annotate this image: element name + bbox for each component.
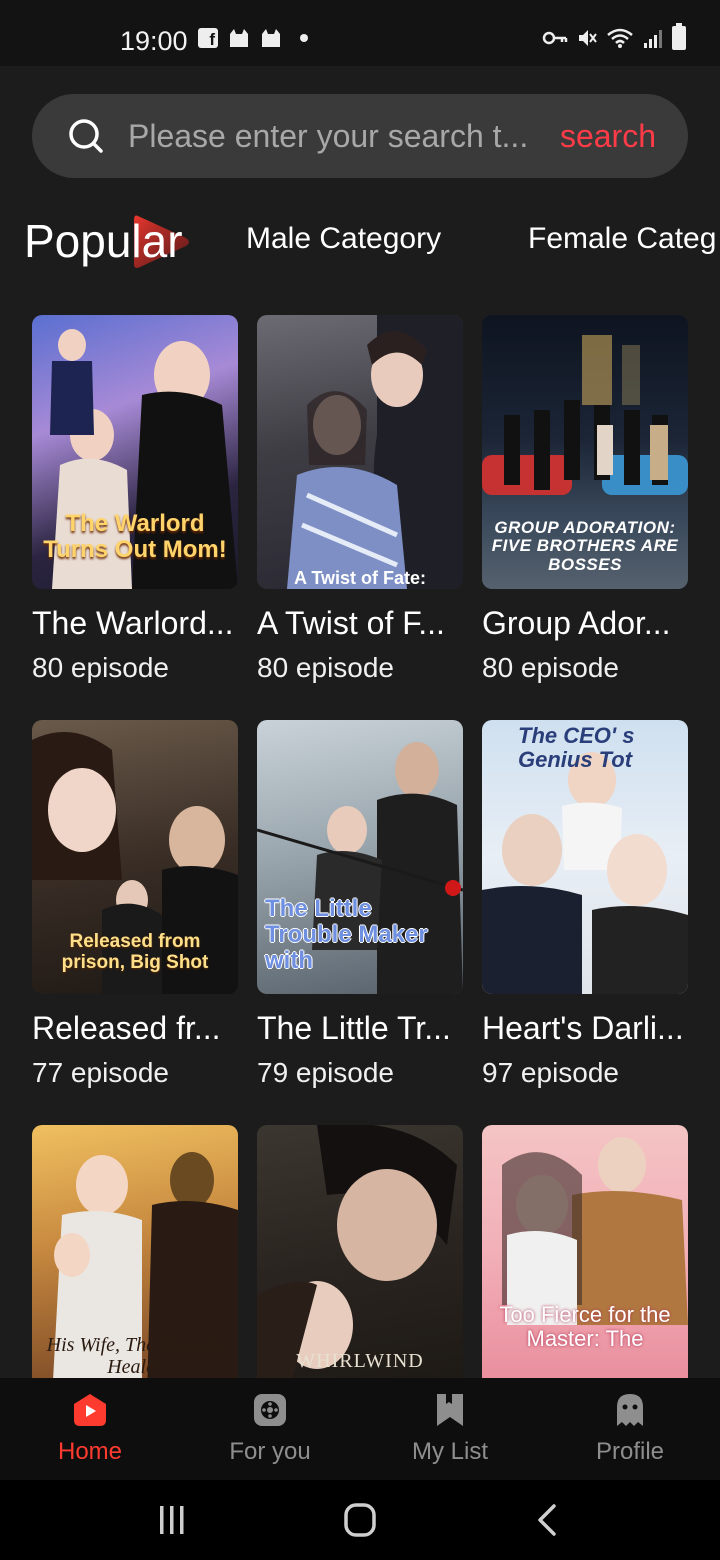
category-tabs: Popular Male Category Female Categ bbox=[0, 200, 720, 290]
poster-text: The Warlord Turns Out Mom! bbox=[43, 510, 227, 563]
poster-text: Too Fierce for the Master: The bbox=[499, 1302, 671, 1351]
signal-icon bbox=[644, 30, 662, 48]
tab-popular[interactable]: Popular bbox=[24, 214, 183, 268]
episode-count: 80 episode bbox=[482, 652, 620, 683]
status-bar: 19:00 f bbox=[0, 0, 720, 66]
cat-app-icon bbox=[230, 29, 248, 47]
profile-icon bbox=[617, 1394, 643, 1426]
tab-male-category[interactable]: Male Category bbox=[246, 222, 441, 256]
poster-art bbox=[287, 315, 463, 589]
episode-count: 97 episode bbox=[482, 1057, 620, 1088]
key-icon bbox=[542, 31, 568, 45]
drama-card[interactable]: GROUP ADORATION: FIVE BROTHERS ARE BOSSE… bbox=[482, 315, 688, 684]
drama-poster: A Twist of Fate: bbox=[257, 315, 463, 589]
recent-apps-icon[interactable] bbox=[152, 1502, 192, 1538]
battery-icon bbox=[672, 23, 686, 50]
nav-for-you[interactable]: For you bbox=[180, 1392, 360, 1466]
mute-icon bbox=[579, 30, 597, 46]
drama-poster: The Little Trouble Maker with bbox=[257, 720, 463, 994]
episode-count: 79 episode bbox=[257, 1057, 395, 1088]
bottom-nav: Home For you My List Profile bbox=[0, 1378, 720, 1480]
drama-poster: WHIRLWIND bbox=[257, 1125, 463, 1399]
episode-count: 80 episode bbox=[257, 652, 395, 683]
poster-text: GROUP ADORATION: FIVE BROTHERS ARE BOSSE… bbox=[491, 518, 679, 574]
drama-poster: His Wife, The Miracle Healer bbox=[32, 1125, 238, 1399]
tab-female-category[interactable]: Female Categ bbox=[528, 222, 716, 256]
bookmark-icon bbox=[437, 1394, 463, 1426]
home-icon bbox=[74, 1394, 106, 1426]
drama-poster: The Warlord Turns Out Mom! bbox=[32, 315, 238, 589]
drama-card[interactable]: The Warlord Turns Out Mom! The Warlord..… bbox=[32, 315, 238, 684]
poster-text: His Wife, The Miracle Healer bbox=[46, 1334, 224, 1378]
system-status-icons bbox=[542, 23, 686, 50]
drama-poster: The CEO' s Genius Tot bbox=[482, 720, 688, 994]
drama-card[interactable]: The CEO' s Genius Tot Heart's Darli... 9… bbox=[482, 720, 688, 1089]
episode-count: 80 episode bbox=[32, 652, 170, 683]
drama-card[interactable]: A Twist of Fate: A Twist of F... 80 epis… bbox=[257, 315, 463, 684]
more-notifications-dot-icon bbox=[300, 34, 308, 42]
cat-app-icon bbox=[262, 29, 280, 47]
poster-text: A Twist of Fate: bbox=[294, 568, 426, 588]
wifi-icon bbox=[607, 28, 633, 48]
drama-poster: GROUP ADORATION: FIVE BROTHERS ARE BOSSE… bbox=[482, 315, 688, 589]
poster-text: WHIRLWIND bbox=[296, 1350, 424, 1372]
search-input[interactable] bbox=[128, 116, 540, 156]
drama-title: Group Ador... bbox=[482, 605, 671, 641]
drama-poster: Released from prison, Big Shot bbox=[32, 720, 238, 994]
search-icon bbox=[69, 119, 103, 153]
nav-home-label: Home bbox=[57, 1438, 123, 1465]
facebook-icon: f bbox=[198, 28, 218, 48]
back-icon[interactable] bbox=[528, 1502, 568, 1538]
nav-for-you-label: For you bbox=[229, 1438, 311, 1465]
system-nav-bar bbox=[0, 1480, 720, 1560]
nav-my-list[interactable]: My List bbox=[360, 1392, 540, 1466]
episode-count: 77 episode bbox=[32, 1057, 170, 1088]
drama-card[interactable]: The Little Trouble Maker with The Little… bbox=[257, 720, 463, 1089]
drama-title: Released fr... bbox=[32, 1010, 221, 1046]
home-system-icon[interactable] bbox=[340, 1502, 380, 1538]
nav-profile[interactable]: Profile bbox=[540, 1392, 720, 1466]
status-time: 19:00 bbox=[120, 26, 188, 56]
drama-title: The Little Tr... bbox=[257, 1010, 451, 1046]
search-button[interactable]: search bbox=[560, 118, 656, 155]
poster-text: Released from prison, Big Shot bbox=[61, 931, 209, 973]
drama-card[interactable]: Released from prison, Big Shot Released … bbox=[32, 720, 238, 1089]
poster-text: The Little Trouble Maker with bbox=[265, 895, 428, 974]
notification-icons: f bbox=[198, 28, 308, 48]
drama-title: A Twist of F... bbox=[257, 605, 445, 641]
for-you-icon bbox=[254, 1394, 286, 1426]
poster-text: The CEO' s Genius Tot bbox=[518, 723, 635, 772]
drama-title: Heart's Darli... bbox=[482, 1010, 684, 1046]
search-bar[interactable]: search bbox=[32, 94, 688, 178]
nav-profile-label: Profile bbox=[595, 1438, 665, 1465]
drama-title: The Warlord... bbox=[32, 605, 234, 641]
drama-poster: Too Fierce for the Master: The bbox=[482, 1125, 688, 1399]
nav-my-list-label: My List bbox=[411, 1438, 488, 1465]
poster-art bbox=[502, 1137, 688, 1325]
nav-home[interactable]: Home bbox=[0, 1392, 180, 1466]
